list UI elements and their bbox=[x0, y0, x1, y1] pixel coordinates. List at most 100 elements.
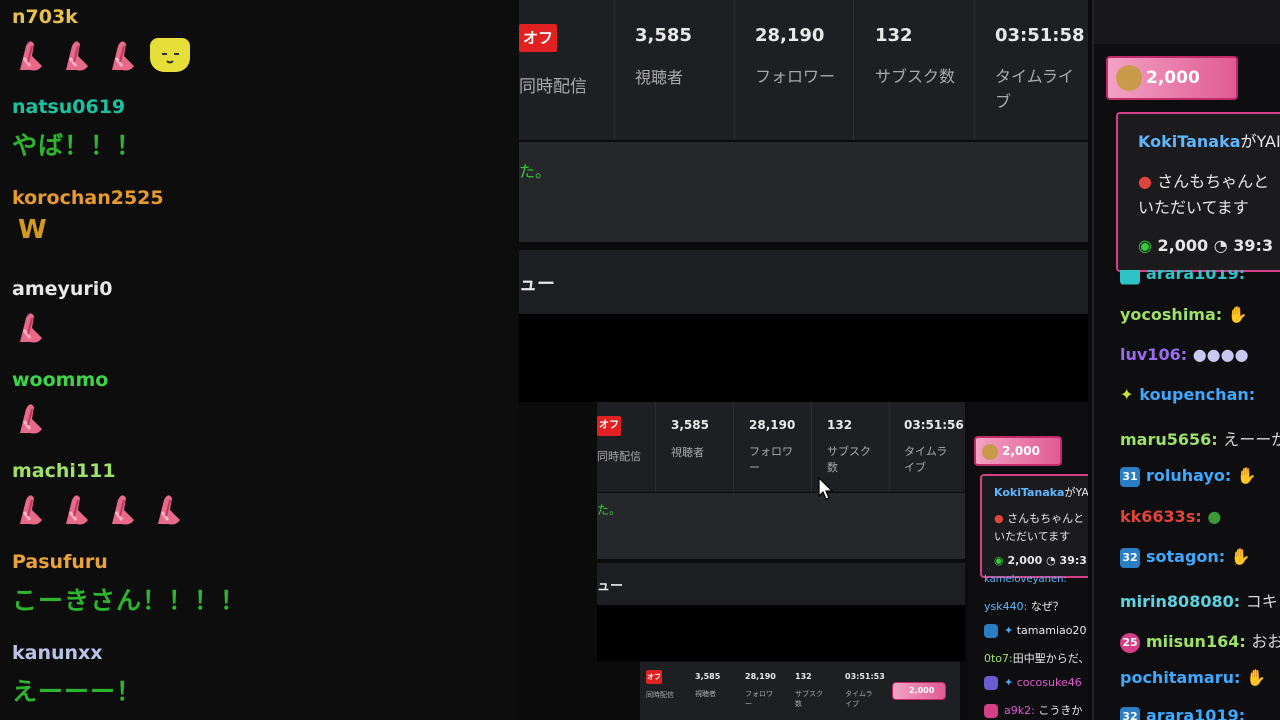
menu-header: ュー bbox=[519, 250, 1088, 314]
chat-message: pochitamaru: ✋ bbox=[1120, 668, 1266, 687]
chat-username: luv106: bbox=[1120, 345, 1188, 364]
subs-value: 132 bbox=[827, 418, 853, 432]
followers-cell: 28,190 フォロワー bbox=[734, 402, 812, 492]
nested-chat-text: こうきか bbox=[1038, 704, 1083, 717]
nested-gap bbox=[519, 402, 597, 720]
nested-chat-user: tamamiao20 bbox=[1016, 624, 1087, 637]
gift-header: KokiTanakaがYAI bbox=[1138, 128, 1280, 152]
nested-chat-user: a9k2: bbox=[1004, 704, 1035, 717]
chat-username: kk6633s: bbox=[1120, 507, 1202, 526]
followers-label: フォロワー bbox=[745, 690, 773, 708]
nested-chat: 2,000 KokiTanakaがYA ● さんもちゃんと いただいてます ◉ … bbox=[968, 402, 1088, 720]
points-icon: ◉ bbox=[1138, 236, 1152, 255]
gift-header: KokiTanakaがYA bbox=[994, 484, 1088, 500]
gift-amount: 2,000 bbox=[1157, 236, 1209, 255]
chat-text: えーーー！ bbox=[12, 677, 143, 706]
gift-card: KokiTanakaがYAI ● さんもちゃんと いただいてます ◉ 2,000… bbox=[1116, 112, 1280, 272]
pill-amount: 2,000 bbox=[1002, 444, 1040, 458]
chat-message: korochan2525 W bbox=[12, 187, 164, 245]
cheer-pill[interactable]: 2,000 bbox=[974, 436, 1062, 466]
cheer-pill[interactable]: 2,000 bbox=[1106, 56, 1238, 100]
nested-chat-line: a9k2: こうきか bbox=[984, 702, 1082, 718]
gift-suffix: がYAI bbox=[1240, 132, 1280, 151]
chat-message: ✦ koupenchan: bbox=[1120, 385, 1255, 404]
viewers-value: 3,585 bbox=[635, 25, 692, 46]
sparkle-icon: ✦ bbox=[1004, 676, 1014, 689]
nested-chat-user: 0to7: bbox=[984, 652, 1013, 665]
chat-text: コキ bbox=[1245, 592, 1278, 611]
off-badge[interactable]: オフ bbox=[519, 24, 557, 52]
viewers-label: 視聴者 bbox=[695, 690, 716, 698]
subs-value: 132 bbox=[795, 672, 812, 681]
chat-message: mirin808080: コキ bbox=[1120, 588, 1278, 612]
chat-message: kk6633s: ● bbox=[1120, 507, 1221, 526]
chat-message: yocoshima: ✋ bbox=[1120, 305, 1248, 324]
notice-text: た。 bbox=[597, 503, 622, 517]
menu-header-nested: ュー bbox=[597, 563, 965, 605]
left-chat-overlay: n703k natsu0619 やば！！！ korochan2525 W ame… bbox=[0, 0, 519, 720]
praying-hands-emote-icon: ✋ bbox=[1245, 668, 1266, 687]
chat-message: kanunxx えーーー！ bbox=[12, 642, 142, 708]
off-badge[interactable]: オフ bbox=[646, 670, 662, 684]
praying-hands-emote-icon bbox=[104, 36, 142, 74]
gift-line1-text: さんもちゃんと bbox=[1007, 512, 1085, 525]
sub-badge-icon bbox=[984, 704, 998, 718]
time-cell: 03:51:58 タイムライブ bbox=[975, 0, 1088, 140]
off-badge[interactable]: オフ bbox=[597, 416, 621, 436]
mouse-cursor-icon bbox=[818, 477, 834, 500]
subs-label: サブスク数 bbox=[795, 690, 823, 708]
time-value: 03:51:58 bbox=[995, 25, 1085, 46]
nested-chat-line: 0to7:田中聖からだ、 bbox=[984, 650, 1088, 666]
chat-username: miisun164: bbox=[1146, 632, 1246, 651]
gift-amount: 2,000 bbox=[1007, 554, 1043, 567]
chat-username: maru5656: bbox=[1120, 430, 1218, 449]
nested-chat-line: kameloveyanen: bbox=[984, 574, 1067, 585]
praying-hands-emote-icon bbox=[12, 36, 50, 74]
time-label: タイムライブ bbox=[845, 690, 873, 708]
viewers-value: 3,585 bbox=[695, 672, 721, 681]
sub-badge-icon: 25 bbox=[1120, 632, 1140, 653]
chat-message: luv106: ●●●● bbox=[1120, 345, 1249, 364]
nested-chat-user: cocosuke46 bbox=[1016, 676, 1082, 689]
cheer-pill[interactable]: 2,000 bbox=[892, 682, 946, 700]
gift-footer: ◉ 2,000 ◔ 39:3 bbox=[994, 554, 1087, 567]
time-cell: 03:51:56 タイムライブ bbox=[890, 402, 965, 492]
chat-message: maru5656: えーーが bbox=[1120, 426, 1280, 450]
notice-text: た。 bbox=[519, 162, 552, 181]
gift-time: 39:3 bbox=[1059, 554, 1087, 567]
followers-value: 28,190 bbox=[749, 418, 796, 432]
subs-cell: 132 サブスク数 bbox=[854, 0, 975, 140]
time-value: 03:51:53 bbox=[845, 672, 885, 681]
sparkle-icon: ✦ bbox=[1004, 624, 1014, 637]
praying-hands-emote-icon bbox=[58, 36, 96, 74]
ghost-emote-icon: ●●●● bbox=[1192, 345, 1249, 364]
sparkle-icon: ✦ bbox=[1120, 385, 1134, 404]
nested-chat-text: なぜ？ bbox=[1030, 600, 1064, 613]
shrimp-icon: ● bbox=[994, 512, 1004, 525]
followers-label: フォロワー bbox=[749, 445, 793, 474]
notice-panel-nested: た。 bbox=[597, 493, 965, 559]
gift-line1-text: さんもちゃんと bbox=[1157, 172, 1270, 191]
chat-message: natsu0619 やば！！！ bbox=[12, 96, 142, 162]
avatar bbox=[982, 443, 998, 460]
stream-stats-panel: オフ 同時配信 3,585 視聴者 28,190 フォロワー 132 サブスク数… bbox=[519, 0, 1088, 140]
praying-hands-emote-icon: ✋ bbox=[1236, 466, 1257, 485]
nested-chat-line: ysk440: なぜ？ bbox=[984, 598, 1064, 614]
gift-user: KokiTanaka bbox=[994, 486, 1065, 499]
simulcast-label: 同時配信 bbox=[597, 450, 641, 463]
sub-badge-icon: 32 bbox=[1120, 547, 1140, 568]
followers-label: フォロワー bbox=[755, 67, 836, 86]
praying-hands-emote-icon bbox=[12, 399, 50, 437]
gift-footer: ◉ 2,000 ◔ 39:3 bbox=[1138, 236, 1273, 255]
nested-chat-user: ysk440: bbox=[984, 600, 1028, 613]
stream-stats-panel-small: オフ 同時配信 3,585 視聴者 28,190 フォロワー 132 サブスク数… bbox=[640, 662, 960, 720]
chat-username: pochitamaru: bbox=[1120, 668, 1241, 687]
sub-badge-icon: 32 bbox=[1120, 706, 1140, 720]
emote-row bbox=[12, 399, 108, 437]
shrimp-icon: ● bbox=[1138, 172, 1152, 191]
chat-username: kanunxx bbox=[12, 642, 103, 664]
praying-hands-emote-icon bbox=[104, 490, 142, 528]
chat-username: korochan2525 bbox=[12, 187, 164, 209]
w-emote-icon: W bbox=[18, 215, 47, 245]
chat-username: arara1019: bbox=[1146, 706, 1246, 720]
